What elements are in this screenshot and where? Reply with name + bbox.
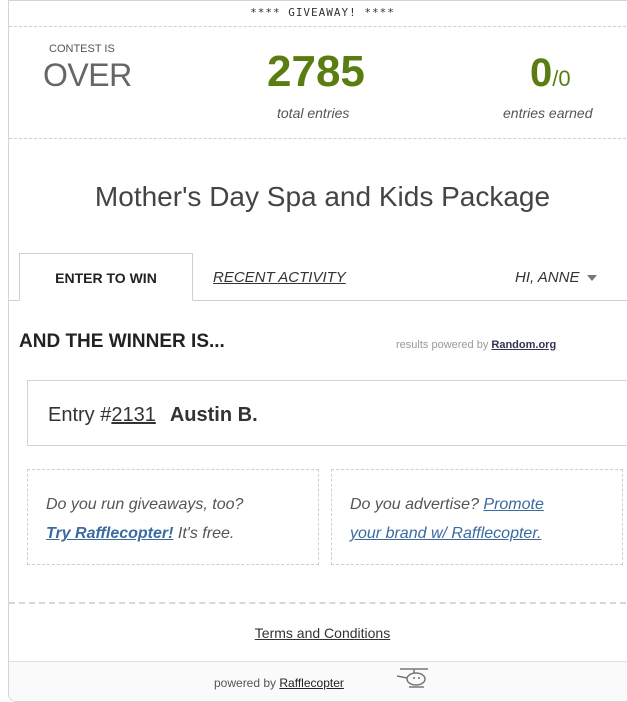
total-entries-count: 2785 — [267, 47, 365, 96]
tab-recent-activity[interactable]: RECENT ACTIVITY — [213, 269, 346, 286]
earned-number: 0 — [530, 51, 553, 95]
winner-name: Austin B. — [169, 404, 258, 426]
chevron-down-icon — [587, 275, 598, 282]
terms-link[interactable]: Terms and Conditions — [9, 625, 627, 641]
contest-status: OVER — [43, 57, 132, 93]
promo-free-text: It's free. — [173, 525, 235, 542]
rafflecopter-widget: **** GIVEAWAY! **** CONTEST IS OVER 2785… — [8, 0, 627, 702]
try-rafflecopter-link[interactable]: Try Rafflecopter! — [46, 525, 173, 542]
winner-entry-box: Entry #2131 Austin B. — [27, 380, 627, 446]
tab-bar: ENTER TO WIN RECENT ACTIVITY HI, ANNE — [9, 253, 627, 301]
footer: powered by Rafflecopter — [9, 661, 627, 701]
contest-status-label: CONTEST IS — [49, 43, 115, 55]
tab-enter-to-win[interactable]: ENTER TO WIN — [19, 253, 193, 301]
winner-entry: Entry #2131 Austin B. — [48, 404, 258, 427]
powered-by: powered by Rafflecopter — [214, 676, 344, 690]
user-greeting: HI, ANNE — [515, 269, 580, 286]
giveaway-banner: **** GIVEAWAY! **** — [9, 1, 627, 27]
entries-earned-label: entries earned — [503, 105, 593, 121]
stats-panel: CONTEST IS OVER 2785 total entries 0/0 e… — [9, 27, 627, 139]
entry-prefix: Entry # — [48, 404, 112, 426]
powered-by-prefix: powered by — [214, 676, 277, 690]
entries-earned-count: 0/0 — [530, 51, 571, 96]
promo-advertise: Do you advertise? Promote your brand w/ … — [331, 469, 623, 565]
user-menu[interactable]: HI, ANNE — [515, 269, 598, 286]
results-powered-prefix: results powered by — [396, 339, 489, 351]
prize-title: Mother's Day Spa and Kids Package — [94, 181, 551, 212]
helicopter-logo-icon — [396, 668, 428, 688]
random-org-link[interactable]: Random.org — [491, 339, 556, 351]
promo-advertise-text: Do you advertise? — [350, 496, 484, 513]
earned-max: /0 — [552, 66, 571, 91]
results-powered-by: results powered by Random.org — [396, 339, 556, 351]
promo-giveaways-text: Do you run giveaways, too? — [46, 496, 244, 513]
promo-giveaways: Do you run giveaways, too? Try Rafflecop… — [27, 469, 319, 565]
promote-brand-link[interactable]: your brand w/ Rafflecopter. — [350, 525, 542, 542]
entry-number-link[interactable]: 2131 — [111, 404, 156, 426]
winner-heading: AND THE WINNER IS... — [19, 331, 225, 352]
divider — [9, 602, 627, 604]
total-entries-label: total entries — [277, 105, 350, 121]
promote-link[interactable]: Promote — [483, 496, 543, 513]
rafflecopter-link[interactable]: Rafflecopter — [279, 676, 343, 690]
